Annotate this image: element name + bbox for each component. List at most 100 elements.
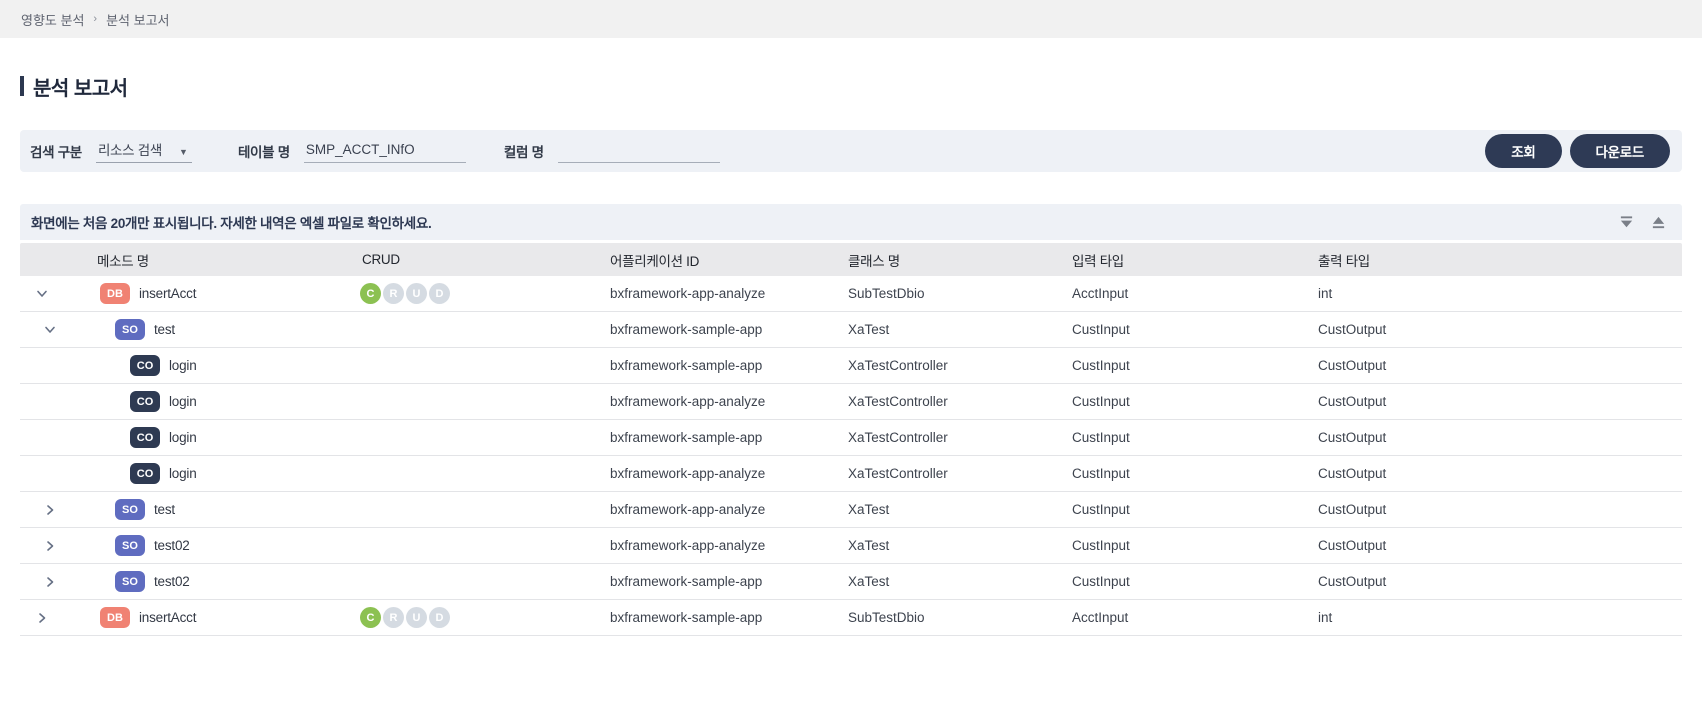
input-type: CustInput [1072,394,1130,409]
method-type-badge: DB [100,283,130,304]
crud-d-badge: D [429,283,450,304]
crud-indicators [340,492,560,527]
crud-indicators [340,384,560,419]
output-type: CustOutput [1318,574,1387,589]
method-type-badge: SO [115,499,145,520]
crud-r-badge: R [383,283,404,304]
table-row[interactable]: DB insertAcct CRUD bxframework-app-analy… [20,276,1682,312]
table-row[interactable]: SO test bxframework-app-analyze XaTest C… [20,492,1682,528]
breadcrumb-item-current: 분석 보고서 [106,12,170,28]
class-name: XaTest [848,322,890,337]
col-header-method: 메소드 명 [97,253,149,269]
search-type-value: 리소스 검색 [97,143,162,158]
table-row[interactable]: DB insertAcct CRUD bxframework-sample-ap… [20,600,1682,636]
table-row[interactable]: CO login bxframework-app-analyze XaTestC… [20,384,1682,420]
method-type-badge: SO [115,571,145,592]
method-name: login [169,430,197,445]
table-row[interactable]: SO test02 bxframework-sample-app XaTest … [20,564,1682,600]
table-tools [1619,215,1666,230]
collapse-all-icon[interactable] [1619,215,1634,230]
crud-c-badge: C [360,283,381,304]
crud-indicators: CRUD [340,600,560,635]
method-name: login [169,394,197,409]
class-name: XaTestController [848,466,948,481]
input-type: CustInput [1072,430,1130,445]
search-button[interactable]: 조회 [1485,134,1562,168]
input-type: CustInput [1072,466,1130,481]
column-name-input[interactable] [557,139,720,163]
col-header-input: 입력 타입 [1072,253,1124,269]
output-type: CustOutput [1318,466,1387,481]
application-id: bxframework-app-analyze [610,394,766,409]
method-type-badge: CO [130,427,160,448]
output-type: int [1318,286,1333,301]
download-button[interactable]: 다운로드 [1569,134,1670,168]
table-row[interactable]: CO login bxframework-app-analyze XaTestC… [20,456,1682,492]
input-type: CustInput [1072,502,1130,517]
table-body: DB insertAcct CRUD bxframework-app-analy… [20,276,1682,636]
class-name: XaTestController [848,358,948,373]
crud-indicators [340,456,560,491]
output-type: CustOutput [1318,502,1387,517]
crud-indicators [340,528,560,563]
output-type: int [1318,610,1333,625]
application-id: bxframework-sample-app [610,610,763,625]
notice-text: 화면에는 처음 20개만 표시됩니다. 자세한 내역은 엑셀 파일로 확인하세요… [31,216,432,231]
input-type: CustInput [1072,358,1130,373]
method-type-badge: SO [115,319,145,340]
crud-c-badge: C [360,607,381,628]
crud-d-badge: D [429,607,450,628]
crud-indicators [340,564,560,599]
input-type: CustInput [1072,538,1130,553]
column-name-label: 컬럼 명 [503,145,544,160]
breadcrumb-item-parent[interactable]: 영향도 분석 [21,10,84,29]
method-name: insertAcct [139,286,197,301]
output-type: CustOutput [1318,394,1387,409]
expand-chevron-icon[interactable] [38,576,62,588]
chevron-down-icon: ▼ [179,147,188,157]
method-name: test02 [154,538,190,553]
analysis-report-table: 메소드 명 CRUD 어플리케이션 ID 클래스 명 입력 타입 출력 타입 D… [20,243,1682,636]
crud-r-badge: R [383,607,404,628]
input-type: CustInput [1072,322,1130,337]
table-name-input[interactable] [303,139,466,163]
output-type: CustOutput [1318,322,1387,337]
method-type-badge: DB [100,607,130,628]
col-header-class: 클래스 명 [848,253,900,269]
table-row[interactable]: SO test02 bxframework-app-analyze XaTest… [20,528,1682,564]
application-id: bxframework-app-analyze [610,286,766,301]
col-header-app-id: 어플리케이션 ID [610,253,700,269]
class-name: XaTestController [848,394,948,409]
application-id: bxframework-sample-app [610,574,763,589]
title-accent-bar [20,76,24,96]
expand-chevron-icon[interactable] [30,612,54,624]
application-id: bxframework-app-analyze [610,538,766,553]
breadcrumb: 영향도 분석 › 분석 보고서 [0,0,1702,38]
application-id: bxframework-app-analyze [610,466,766,481]
expand-chevron-icon[interactable] [30,288,54,300]
search-type-select[interactable]: 리소스 검색 ▼ [95,139,192,163]
class-name: SubTestDbio [848,286,925,301]
method-name: test [154,502,175,517]
application-id: bxframework-sample-app [610,358,763,373]
export-top-icon[interactable] [1651,215,1666,230]
method-type-badge: SO [115,535,145,556]
method-type-badge: CO [130,391,160,412]
expand-chevron-icon[interactable] [38,504,62,516]
method-type-badge: CO [130,463,160,484]
table-row[interactable]: SO test bxframework-sample-app XaTest Cu… [20,312,1682,348]
expand-chevron-icon[interactable] [38,540,62,552]
application-id: bxframework-app-analyze [610,502,766,517]
table-row[interactable]: CO login bxframework-sample-app XaTestCo… [20,348,1682,384]
method-name: login [169,466,197,481]
expand-chevron-icon[interactable] [38,324,62,336]
table-name-label: 테이블 명 [237,145,290,160]
method-type-badge: CO [130,355,160,376]
crud-u-badge: U [406,283,427,304]
method-name: login [169,358,197,373]
method-name: test02 [154,574,190,589]
input-type: AcctInput [1072,286,1129,301]
crud-indicators [340,312,560,347]
crud-indicators [340,420,560,455]
table-row[interactable]: CO login bxframework-sample-app XaTestCo… [20,420,1682,456]
